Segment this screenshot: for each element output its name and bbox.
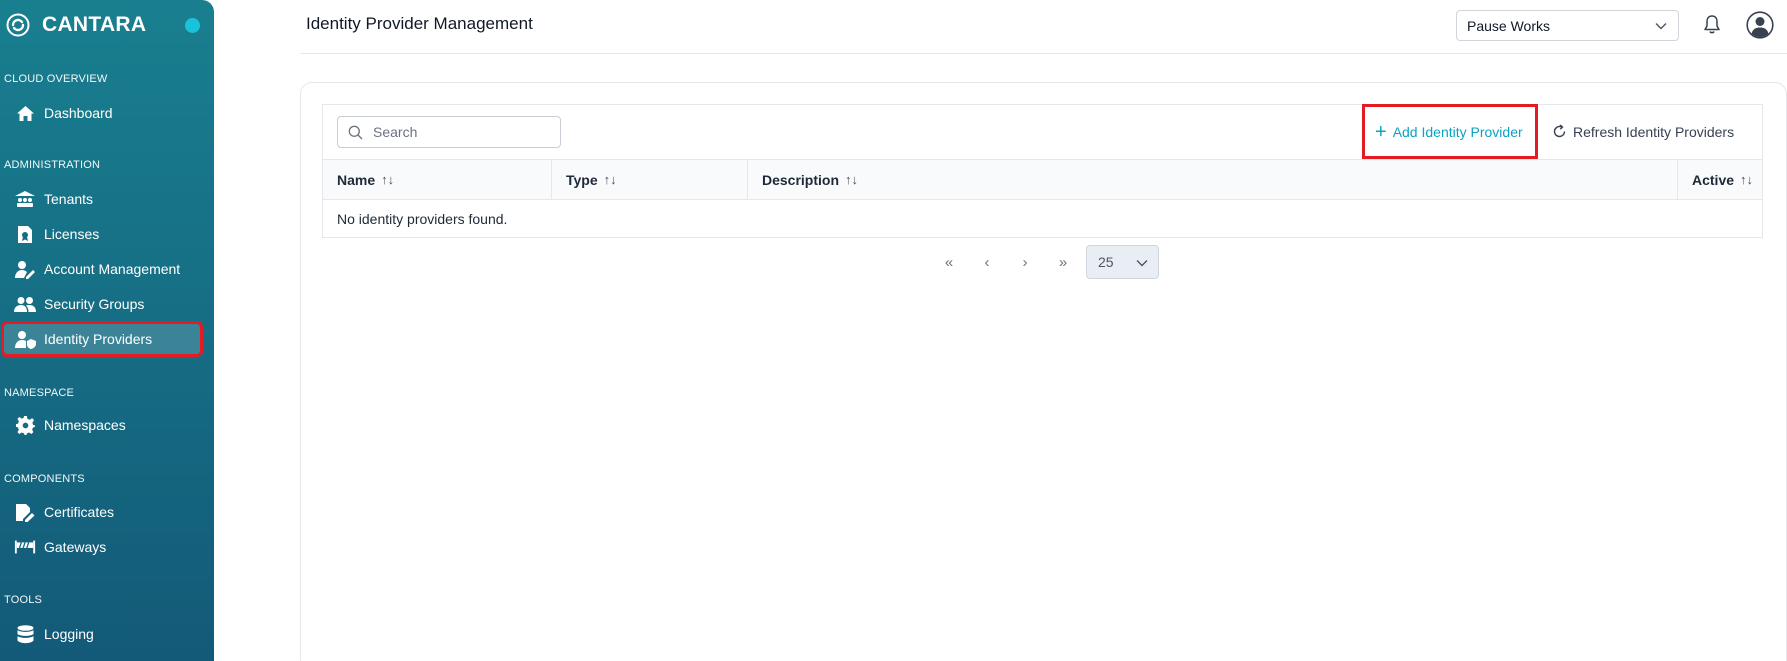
sort-icon: ↑↓ xyxy=(845,172,859,187)
search-input[interactable] xyxy=(373,124,543,140)
sidebar-item-label: Security Groups xyxy=(44,296,145,312)
add-identity-provider-label: Add Identity Provider xyxy=(1392,123,1523,140)
sidebar-item-licenses[interactable]: Licenses xyxy=(4,219,200,249)
search-box[interactable] xyxy=(337,116,561,148)
tenants-icon xyxy=(14,189,36,209)
sidebar: CANTARA CLOUD OVERVIEW Dashboard ADMINIS… xyxy=(0,0,214,661)
page-size-value: 25 xyxy=(1098,254,1114,270)
brand-name: CANTARA xyxy=(42,13,147,36)
sidebar-item-account-management[interactable]: Account Management xyxy=(4,254,200,284)
workspace-select[interactable]: Pause Works xyxy=(1456,10,1679,41)
home-icon xyxy=(14,103,36,123)
sidebar-item-label: Account Management xyxy=(44,261,181,277)
cantara-logo-icon xyxy=(6,13,30,37)
plus-icon: + xyxy=(1375,120,1387,143)
identity-providers-table: Name ↑↓ Type ↑↓ Description ↑↓ Active ↑↓… xyxy=(322,159,1763,238)
sort-icon: ↑↓ xyxy=(603,172,617,187)
user-avatar-icon[interactable] xyxy=(1746,11,1774,39)
sidebar-item-identity-providers[interactable]: Identity Providers xyxy=(1,321,203,357)
column-header-active[interactable]: Active ↑↓ xyxy=(1678,160,1762,199)
section-title-components: COMPONENTS xyxy=(4,473,85,485)
sidebar-item-label: Dashboard xyxy=(44,105,113,121)
empty-table-message: No identity providers found. xyxy=(337,210,508,227)
column-header-label: Active xyxy=(1692,171,1735,188)
brand[interactable]: CANTARA xyxy=(6,11,206,39)
sidebar-item-security-groups[interactable]: Security Groups xyxy=(4,289,200,319)
sort-icon: ↑↓ xyxy=(1740,172,1754,187)
search-icon xyxy=(348,125,363,139)
gateway-icon xyxy=(14,537,36,557)
section-title-namespace: NAMESPACE xyxy=(4,387,75,399)
sidebar-item-label: Certificates xyxy=(44,504,115,520)
user-edit-icon xyxy=(14,259,36,279)
users-group-icon xyxy=(14,294,36,314)
chevron-down-icon xyxy=(1655,23,1667,30)
pagination: « ‹ › » 25 xyxy=(930,245,1159,279)
sidebar-item-namespaces[interactable]: Namespaces xyxy=(4,410,200,440)
page-title: Identity Provider Management xyxy=(306,14,533,33)
last-page-button[interactable]: » xyxy=(1044,245,1082,279)
sort-icon: ↑↓ xyxy=(381,172,395,187)
previous-page-button[interactable]: ‹ xyxy=(968,245,1006,279)
sidebar-item-label: Logging xyxy=(44,626,94,642)
certificate-icon xyxy=(14,502,36,522)
add-identity-provider-button[interactable]: + Add Identity Provider xyxy=(1362,104,1538,159)
workspace-select-value: Pause Works xyxy=(1467,17,1550,34)
sidebar-item-label: Licenses xyxy=(44,226,100,242)
column-header-type[interactable]: Type ↑↓ xyxy=(552,160,748,199)
page-size-select[interactable]: 25 xyxy=(1086,245,1159,279)
license-icon xyxy=(14,224,36,244)
bell-icon[interactable] xyxy=(1702,14,1722,36)
sidebar-item-label: Gateways xyxy=(44,539,107,555)
status-dot-icon xyxy=(185,18,200,33)
table-header: Name ↑↓ Type ↑↓ Description ↑↓ Active ↑↓ xyxy=(323,160,1762,200)
gear-icon xyxy=(14,415,36,435)
first-page-button[interactable]: « xyxy=(930,245,968,279)
sidebar-item-gateways[interactable]: Gateways xyxy=(4,532,200,562)
sidebar-item-certificates[interactable]: Certificates xyxy=(4,497,200,527)
section-title-tools: TOOLS xyxy=(4,594,43,606)
section-title-administration: ADMINISTRATION xyxy=(4,159,101,171)
column-header-name[interactable]: Name ↑↓ xyxy=(323,160,552,199)
column-header-label: Type xyxy=(566,171,598,188)
sidebar-item-label: Namespaces xyxy=(44,417,126,433)
database-icon xyxy=(14,624,36,644)
column-header-label: Name xyxy=(337,171,376,188)
header-divider xyxy=(300,53,1787,54)
user-shield-icon xyxy=(14,329,36,349)
refresh-identity-providers-button[interactable]: Refresh Identity Providers xyxy=(1552,104,1742,159)
column-header-label: Description xyxy=(762,171,840,188)
sidebar-item-label: Tenants xyxy=(44,191,94,207)
section-title-cloud-overview: CLOUD OVERVIEW xyxy=(4,73,108,85)
column-header-description[interactable]: Description ↑↓ xyxy=(748,160,1678,199)
sidebar-item-tenants[interactable]: Tenants xyxy=(4,184,200,214)
sidebar-item-logging[interactable]: Logging xyxy=(4,619,200,649)
sidebar-item-dashboard[interactable]: Dashboard xyxy=(4,98,200,128)
next-page-button[interactable]: › xyxy=(1006,245,1044,279)
chevron-down-icon xyxy=(1136,260,1148,267)
refresh-identity-providers-label: Refresh Identity Providers xyxy=(1573,123,1735,140)
refresh-icon xyxy=(1553,124,1566,138)
sidebar-item-label: Identity Providers xyxy=(44,331,153,347)
